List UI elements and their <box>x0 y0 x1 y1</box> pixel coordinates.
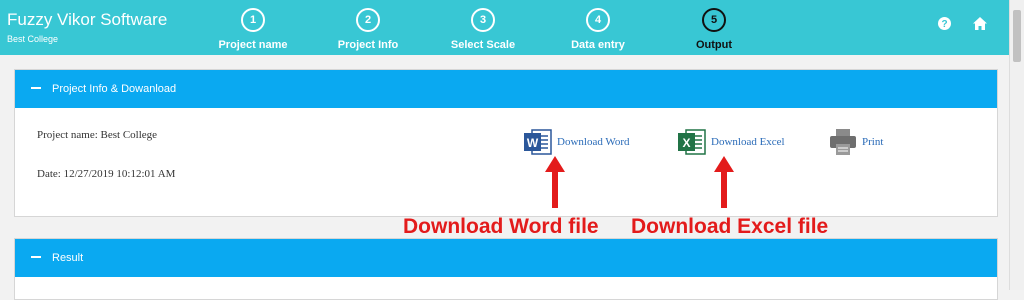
word-icon: W <box>523 127 553 157</box>
step-label: Data entry <box>571 39 625 51</box>
arrow-word <box>545 156 565 208</box>
download-excel-label: Download Excel <box>711 136 785 148</box>
step-number: 3 <box>471 8 495 32</box>
step-label: Project name <box>218 39 288 51</box>
app-title: Fuzzy Vikor Software <box>7 10 168 29</box>
step-output[interactable]: 5 Output <box>664 8 764 51</box>
printer-icon <box>828 127 858 157</box>
print-label: Print <box>862 136 884 148</box>
excel-icon: X <box>677 127 707 157</box>
download-word-label: Download Word <box>557 136 630 148</box>
step-number: 4 <box>586 8 610 32</box>
panel-title: Result <box>52 252 84 264</box>
step-project-name[interactable]: 1 Project name <box>203 8 303 51</box>
svg-text:X: X <box>682 136 690 150</box>
panel-title: Project Info & Dowanload <box>52 83 177 95</box>
date-text: Date: 12/27/2019 10:12:01 AM <box>37 168 176 180</box>
svg-text:W: W <box>527 136 539 150</box>
step-data-entry[interactable]: 4 Data entry <box>548 8 648 51</box>
app-subtitle: Best College <box>7 34 59 44</box>
panel-body: Project name: Best College Date: 12/27/2… <box>15 108 997 216</box>
svg-text:?: ? <box>941 19 947 30</box>
annotation-excel: Download Excel file <box>631 215 829 238</box>
step-number: 2 <box>356 8 380 32</box>
collapse-icon[interactable] <box>31 256 41 259</box>
top-bar: Fuzzy Vikor Software Best College 1 Proj… <box>0 0 1010 55</box>
step-select-scale[interactable]: 3 Select Scale <box>433 8 533 51</box>
step-project-info[interactable]: 2 Project Info <box>318 8 418 51</box>
step-label: Output <box>695 39 733 51</box>
project-info-panel: Project Info & Dowanload Project name: B… <box>14 69 998 217</box>
home-icon[interactable] <box>973 17 987 30</box>
panel-header[interactable]: Result <box>15 239 997 277</box>
scrollbar[interactable] <box>1009 0 1024 290</box>
annotation-word: Download Word file <box>403 215 599 238</box>
step-label: Project Info <box>337 39 399 51</box>
collapse-icon[interactable] <box>31 87 41 90</box>
scrollbar-thumb[interactable] <box>1013 10 1021 62</box>
panel-header[interactable]: Project Info & Dowanload <box>15 70 997 108</box>
print-link[interactable]: Print <box>828 126 883 158</box>
help-icon[interactable]: ? <box>938 17 951 30</box>
arrow-excel <box>714 156 734 208</box>
project-name-text: Project name: Best College <box>37 129 158 141</box>
step-label: Select Scale <box>450 39 516 51</box>
download-excel-link[interactable]: X Download Excel <box>677 126 785 158</box>
step-number: 5 <box>702 8 726 32</box>
result-panel: Result <box>14 238 998 300</box>
step-number: 1 <box>241 8 265 32</box>
download-word-link[interactable]: W Download Word <box>523 126 630 158</box>
